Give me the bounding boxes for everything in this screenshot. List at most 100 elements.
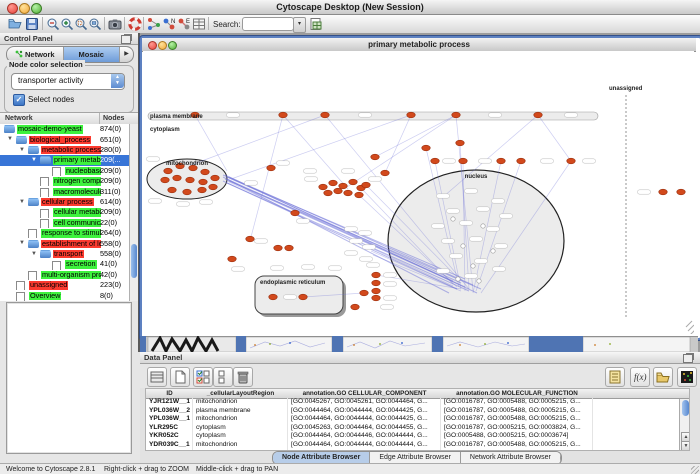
network-node[interactable]	[164, 168, 172, 174]
network-node[interactable]	[459, 158, 467, 164]
save-icon[interactable]	[25, 17, 39, 31]
tree-item-cell-communicat[interactable]: cell communicat22(0)	[0, 218, 129, 228]
annotation-network-icon[interactable]	[147, 17, 161, 31]
network-node[interactable]	[285, 245, 293, 251]
network-node[interactable]	[186, 177, 194, 183]
network-node[interactable]	[339, 183, 347, 189]
network-node[interactable]	[349, 179, 357, 185]
window-close-icon[interactable]	[148, 41, 157, 50]
filter-grid-icon[interactable]	[192, 17, 206, 31]
network-node[interactable]	[267, 165, 275, 171]
network-node[interactable]	[517, 158, 525, 164]
network-node[interactable]	[321, 112, 329, 118]
network-node[interactable]	[274, 245, 282, 251]
network-node[interactable]	[228, 256, 236, 262]
background-window-frame[interactable]	[236, 336, 246, 352]
network-node[interactable]	[534, 112, 542, 118]
tree-item-transport[interactable]: ▼transport558(0)	[0, 249, 129, 259]
search-input[interactable]	[242, 17, 294, 31]
network-node[interactable]	[199, 179, 207, 185]
table-cell[interactable]: plasma membrane	[193, 407, 288, 416]
network-node[interactable]	[422, 145, 430, 151]
table-cell[interactable]: [GO:0044464, GO:0044444, GO:0044444, G..…	[288, 441, 441, 450]
network-node[interactable]	[201, 169, 209, 175]
tree-item-macromolecule[interactable]: macromolecule311(0)	[0, 186, 129, 196]
attribute-table[interactable]: ▲ ▼ ID_cellularLayoutRegionannotation.GO…	[145, 388, 690, 451]
table-cell[interactable]: [GO:0016787, GO:0005488, GO:0005215, G..…	[441, 407, 593, 416]
create-attribute-button[interactable]	[170, 367, 190, 387]
unfilled-node[interactable]	[461, 244, 465, 248]
window-resize-grip[interactable]	[688, 325, 694, 331]
background-window-frame[interactable]	[332, 336, 343, 352]
tree-item-cellular-process[interactable]: ▼cellular process614(0)	[0, 197, 129, 207]
table-cell[interactable]: mitochondrion	[193, 415, 288, 424]
table-cell[interactable]: mitochondrion	[193, 441, 288, 450]
unfilled-node[interactable]	[456, 277, 460, 281]
window-zoom-icon[interactable]	[168, 41, 177, 50]
open-file-icon[interactable]	[8, 17, 22, 31]
tree-item-multi-organism-pro[interactable]: multi-organism pro42(0)	[0, 270, 129, 280]
tree-item-metabolic-process[interactable]: ▼metabolic process280(0)	[0, 145, 129, 155]
network-node[interactable]	[659, 189, 667, 195]
tree-item-biological-process[interactable]: ▼biological_process651(0)	[0, 134, 129, 144]
table-cell[interactable]: [GO:0016787, GO:0005488, GO:0005215, G..…	[441, 441, 593, 450]
network-node[interactable]	[299, 294, 307, 300]
network-node[interactable]	[372, 272, 380, 278]
float-panel-icon[interactable]	[121, 35, 131, 44]
table-cell[interactable]: YLR295C	[146, 424, 193, 433]
table-scrollbar[interactable]: ▲ ▼	[679, 398, 690, 450]
unfilled-node[interactable]	[477, 279, 481, 283]
node-color-dropdown[interactable]: transporter activity ▲▼	[11, 73, 125, 90]
network-node[interactable]	[324, 190, 332, 196]
tree-expand-icon[interactable]: ▼	[19, 147, 25, 153]
network-node[interactable]	[173, 175, 181, 181]
network-canvas[interactable]: plasma membranecytoplasmmitochondrionnuc…	[143, 51, 694, 334]
tree-item-mosaic-demo-yeast[interactable]: mosaic-demo-yeast874(0)	[0, 124, 129, 134]
network-node[interactable]	[355, 192, 363, 198]
tree-scrollbar-thumb[interactable]	[131, 244, 137, 278]
select-nodes-checkbox[interactable]: ✓	[13, 94, 25, 106]
table-cell[interactable]: [GO:0016787, GO:0005488, GO:0005215, G..…	[441, 398, 593, 407]
table-cell[interactable]: YDR039C__1	[146, 441, 193, 450]
tree-item-primary-metabo[interactable]: ▼primary metabo209(...	[0, 155, 129, 165]
background-window-frame[interactable]	[529, 336, 583, 352]
network-node[interactable]	[319, 184, 327, 190]
scroll-down-icon[interactable]: ▼	[681, 441, 691, 451]
zoom-window-icon[interactable]	[31, 3, 42, 14]
attribute-notes-button[interactable]	[605, 367, 625, 387]
network-node[interactable]	[344, 190, 352, 196]
table-cell[interactable]: YPL036W__2	[146, 407, 193, 416]
network-node[interactable]	[211, 175, 219, 181]
help-ring-icon[interactable]	[128, 17, 142, 31]
attribute-list-button[interactable]	[213, 367, 233, 387]
network-node[interactable]	[209, 184, 217, 190]
unfilled-node[interactable]	[481, 224, 485, 228]
tree-item-secretion[interactable]: secretion41(0)	[0, 259, 129, 269]
network-node[interactable]	[168, 187, 176, 193]
tree-expand-icon[interactable]: ▼	[31, 157, 37, 163]
select-attributes-button[interactable]	[147, 367, 167, 387]
vizmapper-node-icon[interactable]: N	[162, 17, 176, 31]
background-window-frame[interactable]	[432, 336, 443, 352]
table-scrollbar-thumb[interactable]	[682, 400, 689, 416]
tree-item-unassigned[interactable]: unassigned223(0)	[0, 280, 129, 290]
float-data-panel-icon[interactable]	[683, 354, 693, 363]
tree-expand-icon[interactable]: ▼	[19, 240, 25, 246]
table-cell[interactable]: [GO:0044464, GO:0044444, GO:0044425, G..…	[288, 415, 441, 424]
network-node[interactable]	[372, 295, 380, 301]
zoom-in-icon[interactable]	[60, 17, 74, 31]
table-cell[interactable]: [GO:0016787, GO:0005488, GO:0005215, G..…	[441, 415, 593, 424]
network-node[interactable]	[183, 189, 191, 195]
background-window-frame[interactable]	[140, 336, 146, 352]
table-cell[interactable]: YPL036W__1	[146, 415, 193, 424]
network-node[interactable]	[567, 158, 575, 164]
unfilled-node[interactable]	[491, 249, 495, 253]
network-node[interactable]	[407, 112, 415, 118]
table-cell[interactable]: mitochondrion	[193, 398, 288, 407]
attribute-checklist-button[interactable]	[193, 367, 213, 387]
snapshot-camera-icon[interactable]	[108, 17, 122, 31]
table-cell[interactable]: [GO:0044464, GO:0044444, GO:0044425, G..…	[288, 407, 441, 416]
tree-expand-icon[interactable]: ▼	[19, 199, 25, 205]
table-cell[interactable]: [GO:0045263, GO:0044464, GO:0044455, G..…	[288, 424, 441, 433]
zoom-out-icon[interactable]	[46, 17, 60, 31]
